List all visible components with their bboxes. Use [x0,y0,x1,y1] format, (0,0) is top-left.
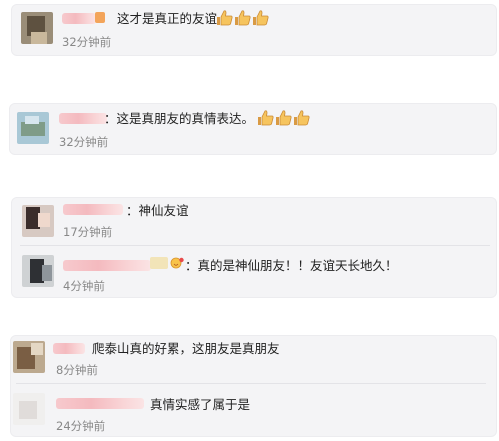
emoji-icon [170,257,184,269]
comment-text: 这才是真正的友谊 [117,11,218,26]
thumbs-up-icon [258,110,274,126]
avatar[interactable] [13,341,45,373]
comment-time: 4分钟前 [63,279,105,293]
comment-time: 32分钟前 [59,135,109,149]
user-badge-icon [95,12,105,23]
avatar[interactable] [13,393,45,425]
comment-text: ：真的是神仙朋友！！友谊天长地久！ [185,258,398,273]
username-blurred[interactable] [63,204,123,215]
thumbs-row [216,10,269,26]
comment-text: ：这是真朋友的真情表达。 [104,111,255,126]
comment-time: 17分钟前 [63,225,113,239]
thumbs-up-icon [294,110,310,126]
thumbs-up-icon [217,10,233,26]
username-blurred[interactable] [53,343,85,354]
avatar[interactable] [22,255,54,287]
reply-divider [16,383,486,384]
thumbs-up-icon [235,10,251,26]
avatar[interactable] [21,12,53,44]
username-blurred[interactable] [63,260,151,271]
comment-time: 24分钟前 [56,419,106,433]
comment-time: 8分钟前 [56,363,98,377]
reply-divider [20,245,490,246]
thumbs-row [257,110,310,126]
thumbs-up-icon [276,110,292,126]
user-badge-icon [150,257,168,269]
thumbs-up-icon [253,10,269,26]
avatar[interactable] [17,112,49,144]
comment-time: 32分钟前 [62,35,112,49]
username-blurred[interactable] [62,13,96,24]
avatar[interactable] [22,205,54,237]
comment-text: 爬泰山真的好累，这朋友是真朋友 [92,341,280,356]
username-blurred[interactable] [56,398,144,409]
comment-text: ：神仙友谊 [126,203,189,218]
comment-text: 真情实感了属于是 [150,397,251,412]
username-blurred[interactable] [59,113,107,124]
